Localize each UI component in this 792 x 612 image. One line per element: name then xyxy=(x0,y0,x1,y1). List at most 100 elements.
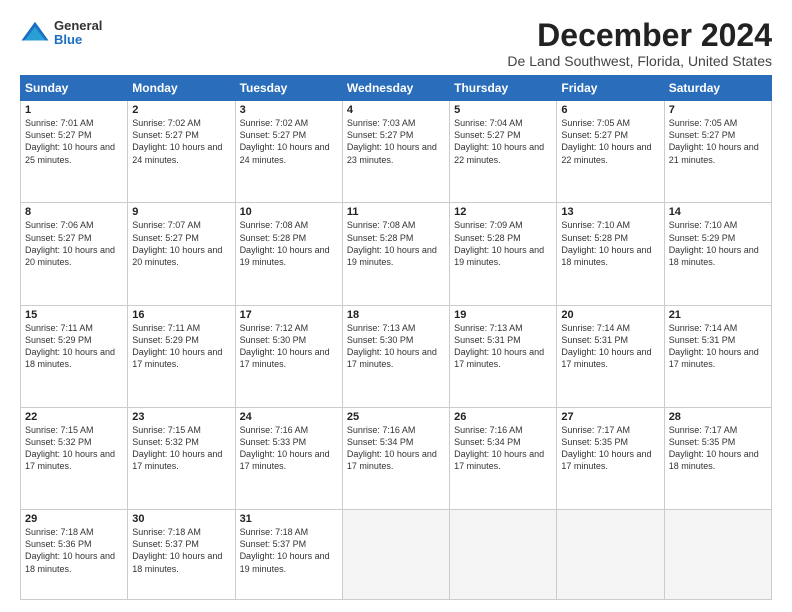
day-info: Sunrise: 7:05 AMSunset: 5:27 PMDaylight:… xyxy=(669,118,759,164)
calendar-week-row: 15 Sunrise: 7:11 AMSunset: 5:29 PMDaylig… xyxy=(21,305,772,407)
calendar-week-row: 29 Sunrise: 7:18 AMSunset: 5:36 PMDaylig… xyxy=(21,510,772,600)
day-number: 28 xyxy=(669,411,767,423)
day-number: 25 xyxy=(347,411,445,423)
day-number: 16 xyxy=(132,309,230,321)
calendar-week-row: 8 Sunrise: 7:06 AMSunset: 5:27 PMDayligh… xyxy=(21,203,772,305)
logo-blue: Blue xyxy=(54,33,102,47)
calendar-day-cell: 22 Sunrise: 7:15 AMSunset: 5:32 PMDaylig… xyxy=(21,407,128,509)
calendar-day-cell: 18 Sunrise: 7:13 AMSunset: 5:30 PMDaylig… xyxy=(342,305,449,407)
calendar-header-cell: Friday xyxy=(557,76,664,101)
day-number: 26 xyxy=(454,411,552,423)
calendar-header-cell: Sunday xyxy=(21,76,128,101)
day-number: 20 xyxy=(561,309,659,321)
calendar-day-cell: 11 Sunrise: 7:08 AMSunset: 5:28 PMDaylig… xyxy=(342,203,449,305)
calendar-day-cell: 17 Sunrise: 7:12 AMSunset: 5:30 PMDaylig… xyxy=(235,305,342,407)
calendar-header-cell: Thursday xyxy=(450,76,557,101)
day-number: 14 xyxy=(669,206,767,218)
calendar-day-cell: 8 Sunrise: 7:06 AMSunset: 5:27 PMDayligh… xyxy=(21,203,128,305)
calendar: SundayMondayTuesdayWednesdayThursdayFrid… xyxy=(20,75,772,600)
main-title: December 2024 xyxy=(507,18,772,53)
day-info: Sunrise: 7:11 AMSunset: 5:29 PMDaylight:… xyxy=(132,323,222,369)
day-number: 10 xyxy=(240,206,338,218)
calendar-day-cell xyxy=(342,510,449,600)
day-info: Sunrise: 7:08 AMSunset: 5:28 PMDaylight:… xyxy=(347,220,437,266)
day-number: 4 xyxy=(347,104,445,116)
day-info: Sunrise: 7:12 AMSunset: 5:30 PMDaylight:… xyxy=(240,323,330,369)
day-info: Sunrise: 7:06 AMSunset: 5:27 PMDaylight:… xyxy=(25,220,115,266)
day-number: 5 xyxy=(454,104,552,116)
day-number: 15 xyxy=(25,309,123,321)
day-number: 24 xyxy=(240,411,338,423)
subtitle: De Land Southwest, Florida, United State… xyxy=(507,53,772,69)
day-info: Sunrise: 7:14 AMSunset: 5:31 PMDaylight:… xyxy=(669,323,759,369)
day-info: Sunrise: 7:15 AMSunset: 5:32 PMDaylight:… xyxy=(132,425,222,471)
calendar-day-cell: 29 Sunrise: 7:18 AMSunset: 5:36 PMDaylig… xyxy=(21,510,128,600)
calendar-day-cell: 19 Sunrise: 7:13 AMSunset: 5:31 PMDaylig… xyxy=(450,305,557,407)
day-number: 6 xyxy=(561,104,659,116)
day-number: 11 xyxy=(347,206,445,218)
calendar-day-cell: 31 Sunrise: 7:18 AMSunset: 5:37 PMDaylig… xyxy=(235,510,342,600)
day-info: Sunrise: 7:07 AMSunset: 5:27 PMDaylight:… xyxy=(132,220,222,266)
day-info: Sunrise: 7:18 AMSunset: 5:37 PMDaylight:… xyxy=(240,527,330,573)
logo-text: General Blue xyxy=(54,19,102,48)
calendar-header-cell: Saturday xyxy=(664,76,771,101)
day-info: Sunrise: 7:01 AMSunset: 5:27 PMDaylight:… xyxy=(25,118,115,164)
day-number: 29 xyxy=(25,513,123,525)
calendar-day-cell: 27 Sunrise: 7:17 AMSunset: 5:35 PMDaylig… xyxy=(557,407,664,509)
day-info: Sunrise: 7:08 AMSunset: 5:28 PMDaylight:… xyxy=(240,220,330,266)
page: General Blue December 2024 De Land South… xyxy=(0,0,792,612)
day-number: 30 xyxy=(132,513,230,525)
day-info: Sunrise: 7:18 AMSunset: 5:37 PMDaylight:… xyxy=(132,527,222,573)
day-info: Sunrise: 7:10 AMSunset: 5:29 PMDaylight:… xyxy=(669,220,759,266)
calendar-day-cell: 3 Sunrise: 7:02 AMSunset: 5:27 PMDayligh… xyxy=(235,101,342,203)
day-number: 19 xyxy=(454,309,552,321)
day-number: 22 xyxy=(25,411,123,423)
calendar-day-cell: 1 Sunrise: 7:01 AMSunset: 5:27 PMDayligh… xyxy=(21,101,128,203)
day-info: Sunrise: 7:16 AMSunset: 5:34 PMDaylight:… xyxy=(454,425,544,471)
calendar-day-cell: 15 Sunrise: 7:11 AMSunset: 5:29 PMDaylig… xyxy=(21,305,128,407)
day-number: 8 xyxy=(25,206,123,218)
calendar-day-cell: 9 Sunrise: 7:07 AMSunset: 5:27 PMDayligh… xyxy=(128,203,235,305)
day-number: 2 xyxy=(132,104,230,116)
day-info: Sunrise: 7:17 AMSunset: 5:35 PMDaylight:… xyxy=(669,425,759,471)
day-info: Sunrise: 7:02 AMSunset: 5:27 PMDaylight:… xyxy=(240,118,330,164)
calendar-day-cell: 30 Sunrise: 7:18 AMSunset: 5:37 PMDaylig… xyxy=(128,510,235,600)
day-number: 21 xyxy=(669,309,767,321)
calendar-day-cell xyxy=(557,510,664,600)
day-info: Sunrise: 7:13 AMSunset: 5:31 PMDaylight:… xyxy=(454,323,544,369)
day-number: 17 xyxy=(240,309,338,321)
logo-general: General xyxy=(54,19,102,33)
logo-icon xyxy=(20,18,50,48)
day-number: 31 xyxy=(240,513,338,525)
day-info: Sunrise: 7:13 AMSunset: 5:30 PMDaylight:… xyxy=(347,323,437,369)
day-info: Sunrise: 7:03 AMSunset: 5:27 PMDaylight:… xyxy=(347,118,437,164)
calendar-day-cell: 14 Sunrise: 7:10 AMSunset: 5:29 PMDaylig… xyxy=(664,203,771,305)
day-info: Sunrise: 7:04 AMSunset: 5:27 PMDaylight:… xyxy=(454,118,544,164)
day-info: Sunrise: 7:15 AMSunset: 5:32 PMDaylight:… xyxy=(25,425,115,471)
calendar-day-cell: 23 Sunrise: 7:15 AMSunset: 5:32 PMDaylig… xyxy=(128,407,235,509)
title-block: December 2024 De Land Southwest, Florida… xyxy=(507,18,772,69)
calendar-day-cell: 6 Sunrise: 7:05 AMSunset: 5:27 PMDayligh… xyxy=(557,101,664,203)
day-number: 12 xyxy=(454,206,552,218)
calendar-header-cell: Monday xyxy=(128,76,235,101)
day-info: Sunrise: 7:18 AMSunset: 5:36 PMDaylight:… xyxy=(25,527,115,573)
header: General Blue December 2024 De Land South… xyxy=(20,18,772,69)
day-info: Sunrise: 7:09 AMSunset: 5:28 PMDaylight:… xyxy=(454,220,544,266)
calendar-day-cell: 21 Sunrise: 7:14 AMSunset: 5:31 PMDaylig… xyxy=(664,305,771,407)
calendar-week-row: 1 Sunrise: 7:01 AMSunset: 5:27 PMDayligh… xyxy=(21,101,772,203)
calendar-day-cell: 12 Sunrise: 7:09 AMSunset: 5:28 PMDaylig… xyxy=(450,203,557,305)
day-info: Sunrise: 7:02 AMSunset: 5:27 PMDaylight:… xyxy=(132,118,222,164)
day-number: 18 xyxy=(347,309,445,321)
day-info: Sunrise: 7:16 AMSunset: 5:34 PMDaylight:… xyxy=(347,425,437,471)
day-number: 9 xyxy=(132,206,230,218)
calendar-day-cell: 28 Sunrise: 7:17 AMSunset: 5:35 PMDaylig… xyxy=(664,407,771,509)
day-number: 27 xyxy=(561,411,659,423)
day-info: Sunrise: 7:16 AMSunset: 5:33 PMDaylight:… xyxy=(240,425,330,471)
day-info: Sunrise: 7:17 AMSunset: 5:35 PMDaylight:… xyxy=(561,425,651,471)
calendar-header-row: SundayMondayTuesdayWednesdayThursdayFrid… xyxy=(21,76,772,101)
calendar-day-cell: 20 Sunrise: 7:14 AMSunset: 5:31 PMDaylig… xyxy=(557,305,664,407)
day-number: 23 xyxy=(132,411,230,423)
calendar-header-cell: Wednesday xyxy=(342,76,449,101)
calendar-day-cell: 24 Sunrise: 7:16 AMSunset: 5:33 PMDaylig… xyxy=(235,407,342,509)
logo: General Blue xyxy=(20,18,102,48)
